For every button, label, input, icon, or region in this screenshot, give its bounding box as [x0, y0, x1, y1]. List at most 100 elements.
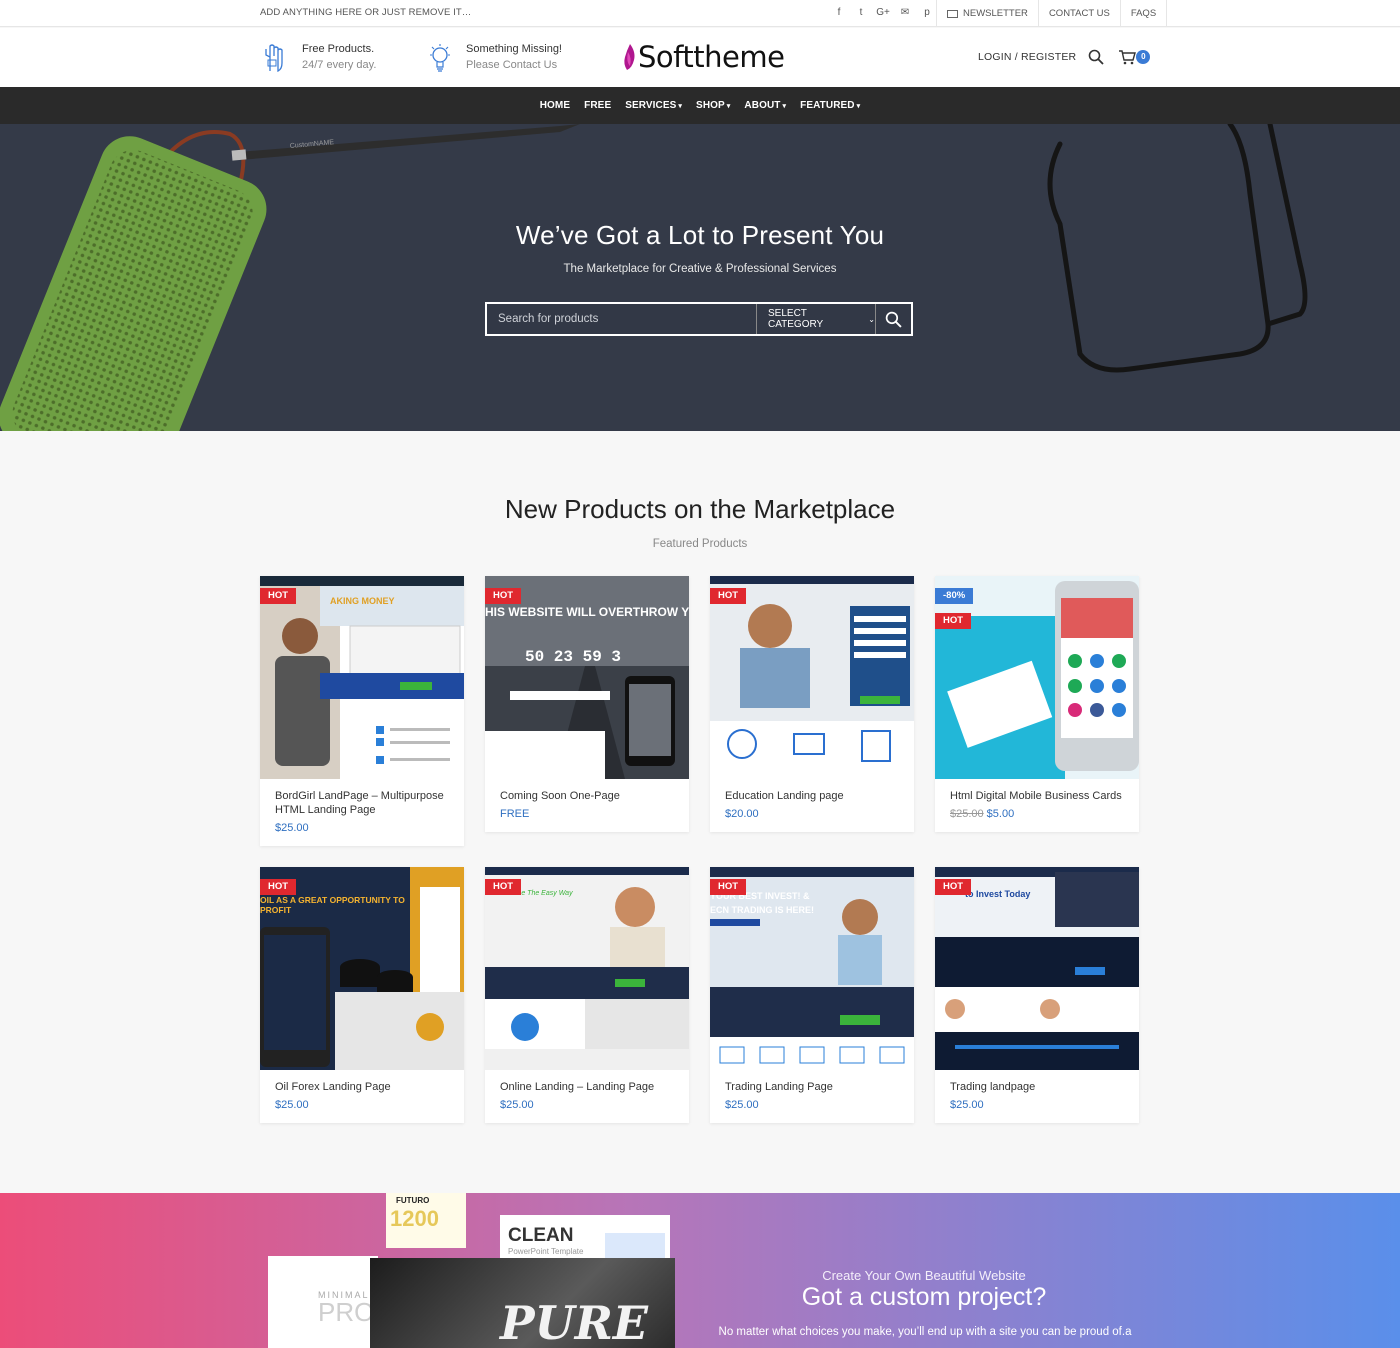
chevron-down-icon: ⌄: [868, 314, 875, 324]
chevron-down-icon: ▾: [726, 103, 731, 110]
google-plus-icon[interactable]: G+: [876, 4, 890, 21]
hot-badge: HOT: [485, 879, 522, 895]
nav-item-shop[interactable]: SHOP ▾: [689, 100, 737, 111]
discount-badge: -80%: [935, 588, 974, 604]
product-thumbnail[interactable]: to Invest Today HOT: [935, 867, 1139, 1070]
product-thumbnail[interactable]: HIS WEBSITE WILL OVERTHROW YOUR MI 50 23 …: [485, 576, 689, 779]
product-price: $5.00: [986, 808, 1015, 820]
logo-text: Softtheme: [638, 40, 785, 74]
search-submit-button[interactable]: [875, 304, 911, 334]
envelope-icon[interactable]: ✉: [898, 4, 912, 21]
product-name[interactable]: Html Digital Mobile Business Cards: [950, 789, 1124, 803]
nav-item-services[interactable]: SERVICES ▾: [618, 100, 689, 111]
twitter-icon[interactable]: t: [854, 4, 868, 21]
nav-item-about[interactable]: ABOUT ▾: [737, 100, 793, 111]
nav-item-label: ABOUT: [744, 100, 781, 111]
product-price-row: $25.00: [275, 1099, 449, 1111]
product-price: $25.00: [275, 1099, 309, 1111]
nav-item-featured[interactable]: FEATURED ▾: [793, 100, 867, 111]
nav-item-home[interactable]: HOME: [533, 100, 577, 111]
svg-text:OIL AS A GREAT OPPORTUNITY TO: OIL AS A GREAT OPPORTUNITY TO: [260, 895, 405, 905]
nav-item-label: FREE: [584, 100, 612, 111]
product-preview-image: AKING MONEY: [260, 576, 464, 779]
pinterest-icon[interactable]: p: [920, 4, 934, 21]
product-card[interactable]: HOT Education Landing page $20.00: [710, 576, 914, 832]
product-card[interactable]: AKING MONEY HOT BordGirl LandPage – Multi…: [260, 576, 464, 846]
cart-icon: [1119, 50, 1137, 65]
product-price: FREE: [500, 808, 530, 820]
product-name[interactable]: Coming Soon One-Page: [500, 789, 674, 803]
product-thumbnail[interactable]: -80% HOT: [935, 576, 1139, 779]
product-old-price: $25.00: [950, 808, 984, 820]
search-icon: [885, 311, 902, 328]
product-price-row: FREE: [500, 808, 674, 820]
product-thumbnail[interactable]: YOUR BEST INVEST! & ECN TRADING IS HERE! H…: [710, 867, 914, 1070]
faqs-link[interactable]: FAQS: [1119, 0, 1168, 27]
product-price-row: $25.00: [275, 822, 449, 834]
product-preview-image: [710, 576, 914, 779]
chevron-down-icon: ▾: [782, 103, 787, 110]
svg-text:AKING MONEY: AKING MONEY: [330, 596, 395, 606]
nav-item-label: HOME: [539, 100, 571, 111]
hand-icon: [265, 44, 283, 73]
product-name[interactable]: Education Landing page: [725, 789, 899, 803]
hero-background-illustration: CustomNAME: [0, 124, 1308, 431]
product-search-input[interactable]: [487, 304, 756, 334]
thumb-minimal: MINIMAL PRO: [268, 1256, 378, 1348]
product-card[interactable]: Online The Easy Way HOT Online Landing – …: [485, 867, 689, 1123]
product-name[interactable]: Online Landing – Landing Page: [500, 1080, 674, 1094]
product-card[interactable]: HIS WEBSITE WILL OVERTHROW YOUR MI 50 23 …: [485, 576, 689, 832]
feature-free-products: Free Products. 24/7 every day.: [262, 41, 376, 73]
facebook-icon[interactable]: f: [832, 4, 846, 21]
nav-item-label: SHOP: [696, 100, 725, 111]
promo-kicker: Create Your Own Beautiful Website: [822, 1268, 1026, 1283]
product-card[interactable]: YOUR BEST INVEST! & ECN TRADING IS HERE! H…: [710, 867, 914, 1123]
product-price: $25.00: [950, 1099, 984, 1111]
product-thumbnail[interactable]: AKING MONEY HOT: [260, 576, 464, 779]
product-preview-image: OIL AS A GREAT OPPORTUNITY TOPROFIT: [260, 867, 464, 1070]
thumb-minimal-label: MINIMAL: [318, 1290, 370, 1300]
hero-subtitle: The Marketplace for Creative & Professio…: [563, 263, 837, 275]
thumb-pure-label: PURE: [500, 1296, 648, 1348]
site-logo[interactable]: Softtheme: [622, 40, 785, 74]
login-register-link[interactable]: LOGIN / REGISTER: [978, 51, 1076, 63]
search-icon[interactable]: [1088, 49, 1104, 65]
svg-text:to Invest Today: to Invest Today: [965, 889, 1030, 899]
category-select-label: SELECT CATEGORY: [768, 308, 824, 330]
nav-item-free[interactable]: FREE: [577, 100, 618, 111]
product-thumbnail[interactable]: OIL AS A GREAT OPPORTUNITY TO PROFIT HOT: [260, 867, 464, 1070]
newsletter-link[interactable]: NEWSLETTER: [936, 0, 1038, 27]
thumb-futuro-number: 1200: [390, 1206, 439, 1231]
nav-item-label: SERVICES: [625, 100, 677, 111]
product-thumbnail[interactable]: HOT: [710, 576, 914, 779]
product-name[interactable]: BordGirl LandPage – Multipurpose HTML La…: [275, 789, 449, 817]
product-card[interactable]: OIL AS A GREAT OPPORTUNITY TO PROFIT HOT O…: [260, 867, 464, 1123]
product-name[interactable]: Oil Forex Landing Page: [275, 1080, 449, 1094]
cart-count-badge: 0: [1136, 50, 1151, 64]
product-info: Education Landing page $20.00: [710, 779, 914, 832]
envelope-icon: [947, 9, 958, 18]
svg-text:PROFIT: PROFIT: [260, 905, 292, 915]
cart-button[interactable]: 0: [1116, 48, 1152, 66]
product-info: Trading Landing Page $25.00: [710, 1070, 914, 1123]
product-preview-image: HIS WEBSITE WILL OVERTHROW YOUR MI 50 23 …: [485, 576, 689, 779]
contact-us-link[interactable]: CONTACT US: [1037, 0, 1120, 27]
product-card[interactable]: to Invest Today HOT Trading landpage $25.…: [935, 867, 1139, 1123]
product-price-row: $25.00 $5.00: [950, 808, 1124, 820]
svg-text:ECN TRADING IS HERE!: ECN TRADING IS HERE!: [710, 905, 814, 915]
promo-title: Got a custom project?: [801, 1283, 1047, 1311]
product-thumbnail[interactable]: Online The Easy Way HOT: [485, 867, 689, 1070]
nav-item-label: FEATURED: [800, 100, 855, 111]
feature2-title: Something Missing!: [466, 43, 562, 55]
product-name[interactable]: Trading landpage: [950, 1080, 1124, 1094]
product-name[interactable]: Trading Landing Page: [725, 1080, 899, 1094]
product-search-form: SELECT CATEGORY ⌄: [485, 302, 913, 336]
product-card[interactable]: -80% HOT Html Digital Mobile Business Car…: [935, 576, 1139, 832]
feature1-title: Free Products.: [302, 43, 375, 55]
site-header: Free Products. 24/7 every day. Something…: [0, 28, 1400, 87]
product-price: $25.00: [725, 1099, 759, 1111]
product-price: $25.00: [500, 1099, 534, 1111]
category-select[interactable]: SELECT CATEGORY ⌄: [756, 304, 875, 334]
promo-text: No matter what choices you make, you’ll …: [718, 1326, 1132, 1338]
product-price: $25.00: [275, 822, 309, 834]
